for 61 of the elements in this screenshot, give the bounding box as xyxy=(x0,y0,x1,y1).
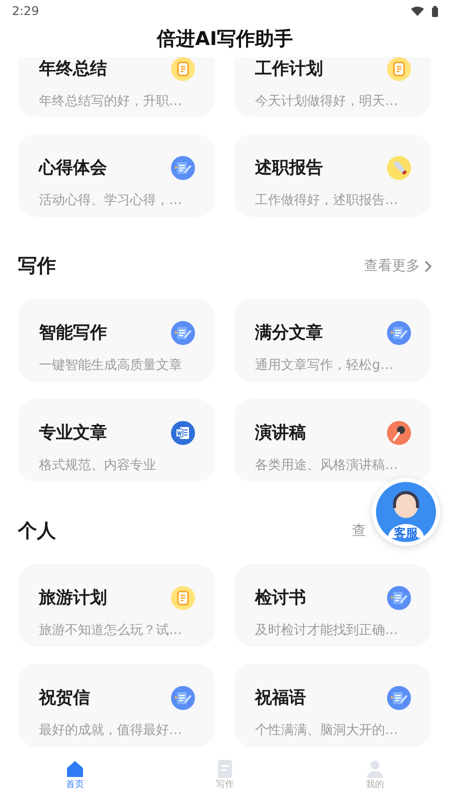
word-document-icon xyxy=(171,421,195,445)
feature-card[interactable]: 心得体会 活动心得、学习心得，… xyxy=(18,134,215,217)
section-title: 个人 xyxy=(18,519,56,544)
card-description: 各类用途、风格演讲稿… xyxy=(255,457,399,475)
card-title: 演讲稿 xyxy=(255,422,306,445)
card-title: 满分文章 xyxy=(255,322,323,345)
app-title: 倍进AI写作助手 xyxy=(157,27,293,52)
feature-card[interactable]: 演讲稿 各类用途、风格演讲稿… xyxy=(234,399,431,482)
feature-card[interactable]: 检讨书 及时检讨才能找到正确… xyxy=(234,564,431,647)
wifi-icon xyxy=(411,6,424,16)
microphone-icon xyxy=(387,421,411,445)
feature-card[interactable]: 祝贺信 最好的成就，值得最好… xyxy=(18,664,215,747)
document-pen-icon xyxy=(171,686,195,710)
card-title: 检讨书 xyxy=(255,587,306,610)
pen-icon xyxy=(387,156,411,180)
card-title: 祝贺信 xyxy=(39,687,90,710)
chevron-right-icon xyxy=(424,260,432,273)
card-title: 智能写作 xyxy=(39,322,107,345)
card-title: 祝福语 xyxy=(255,687,306,710)
feature-card[interactable]: 述职报告 工作做得好，述职报告… xyxy=(234,134,431,217)
document-pen-icon xyxy=(387,321,411,345)
section-title: 写作 xyxy=(18,254,56,280)
document-icon xyxy=(215,759,235,780)
card-title: 心得体会 xyxy=(39,157,107,180)
document-pen-icon xyxy=(171,156,195,180)
feature-card[interactable]: 专业文章 格式规范、内容专业 xyxy=(18,399,215,482)
battery-icon xyxy=(432,6,438,16)
document-pen-icon xyxy=(387,686,411,710)
card-description: 个性满满、脑洞大开的… xyxy=(255,722,399,740)
card-description: 通用文章写作，轻松g… xyxy=(255,357,394,375)
home-icon xyxy=(65,759,85,780)
card-title: 专业文章 xyxy=(39,422,107,445)
feature-card[interactable]: 工作计划 今天计划做得好，明天… xyxy=(234,57,431,117)
person-icon xyxy=(365,759,385,780)
feature-card[interactable]: 满分文章 通用文章写作，轻松g… xyxy=(234,299,431,382)
feature-card[interactable]: 年终总结 年终总结写的好，升职… xyxy=(18,57,215,117)
card-description: 格式规范、内容专业 xyxy=(39,457,157,475)
card-title: 年终总结 xyxy=(39,58,107,81)
card-title: 述职报告 xyxy=(255,157,323,180)
nav-tab[interactable]: 首页 xyxy=(0,758,150,794)
card-description: 及时检讨才能找到正确… xyxy=(255,622,399,640)
card-description: 活动心得、学习心得，… xyxy=(39,192,183,210)
note-icon xyxy=(171,586,195,610)
card-description: 一键智能生成高质量文章 xyxy=(39,357,183,375)
agent-avatar xyxy=(376,482,436,542)
customer-service-button[interactable]: 客服 xyxy=(372,478,440,546)
feature-card[interactable]: 智能写作 一键智能生成高质量文章 xyxy=(18,299,215,382)
card-title: 工作计划 xyxy=(255,58,323,81)
document-pen-icon xyxy=(171,321,195,345)
note-icon xyxy=(171,57,195,81)
feature-card[interactable]: 祝福语 个性满满、脑洞大开的… xyxy=(234,664,431,747)
card-description: 旅游不知道怎么玩？试… xyxy=(39,622,183,640)
card-description: 工作做得好，述职报告… xyxy=(255,192,399,210)
card-description: 最好的成就，值得最好… xyxy=(39,722,183,740)
document-pen-icon xyxy=(387,586,411,610)
card-description: 今天计划做得好，明天… xyxy=(255,93,399,111)
note-icon xyxy=(387,57,411,81)
feature-card[interactable]: 旅游计划 旅游不知道怎么玩？试… xyxy=(18,564,215,647)
card-description: 年终总结写的好，升职… xyxy=(39,93,183,111)
status-time: 2:29 xyxy=(12,3,39,20)
card-title: 旅游计划 xyxy=(39,587,107,610)
